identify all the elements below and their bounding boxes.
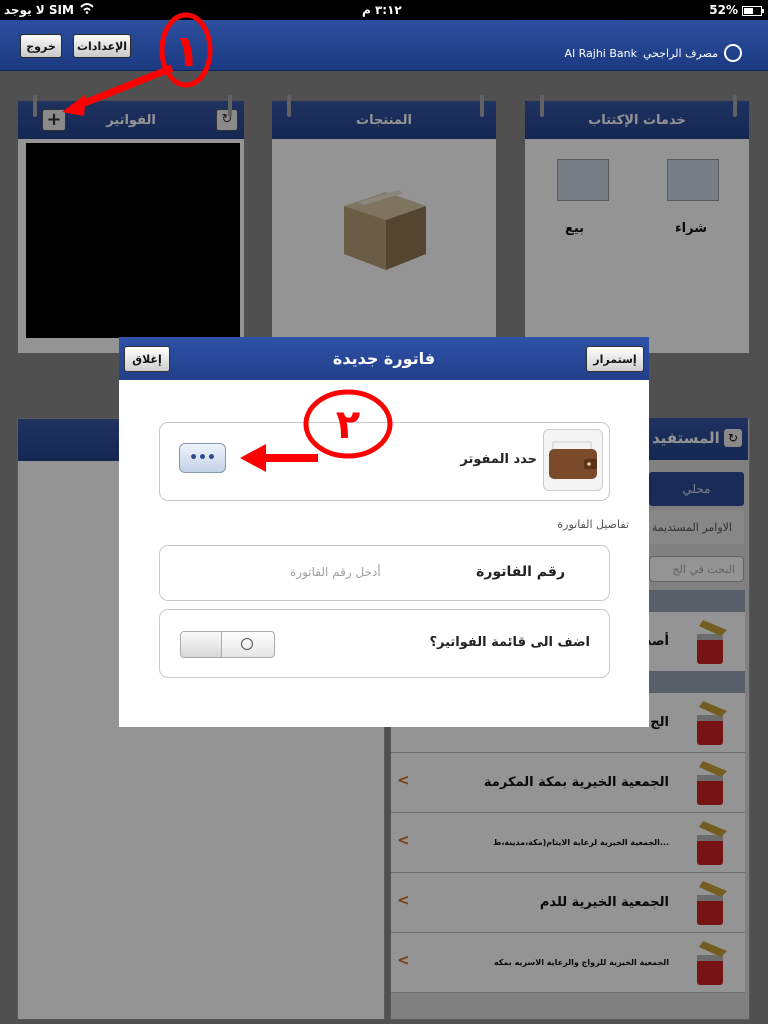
annotation-arrowhead bbox=[240, 444, 266, 472]
annotation-number-1: ١ bbox=[173, 26, 201, 77]
annotation-layer bbox=[62, 12, 393, 472]
annotation-arrow bbox=[70, 64, 174, 112]
annotation-arrowhead bbox=[62, 94, 86, 116]
annotation-number-2: ٢ bbox=[335, 402, 361, 448]
